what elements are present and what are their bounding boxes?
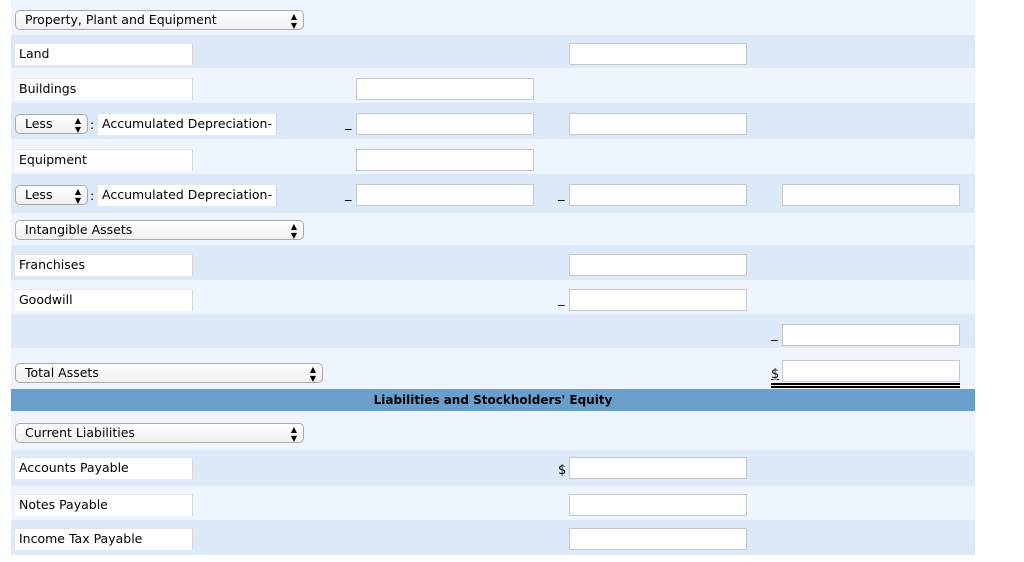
- franchises-row: Franchises: [11, 245, 975, 280]
- goodwill-label-field[interactable]: Goodwill: [15, 289, 193, 311]
- select-value: Property, Plant and Equipment: [25, 12, 217, 27]
- underline-mark: _: [558, 187, 565, 202]
- chevron-updown-icon: ▲ ▼: [74, 116, 81, 134]
- buildings-label-field[interactable]: Buildings: [15, 78, 193, 100]
- underline-mark: _: [558, 292, 565, 307]
- notes-payable-row: Notes Payable: [11, 486, 975, 520]
- goodwill-row: Goodwill _: [11, 280, 975, 314]
- accounts-payable-row: Accounts Payable $: [11, 450, 975, 486]
- goodwill-amount-input[interactable]: [569, 289, 747, 311]
- notes-payable-label-field[interactable]: Notes Payable: [15, 494, 193, 516]
- chevron-updown-icon: ▲ ▼: [290, 222, 297, 240]
- franchises-label-field[interactable]: Franchises: [15, 254, 193, 276]
- colon: :: [90, 117, 95, 132]
- income-tax-payable-row: Income Tax Payable: [11, 520, 975, 555]
- land-label-field[interactable]: Land: [15, 43, 193, 65]
- chevron-updown-icon: ▲ ▼: [309, 365, 316, 383]
- select-value: Less: [25, 187, 53, 202]
- acc-dep-label-field-2[interactable]: Accumulated Depreciation-: [98, 184, 277, 206]
- current-liabilities-row: Current Liabilities ▲ ▼: [11, 411, 975, 450]
- intangible-row: Intangible Assets ▲ ▼: [11, 213, 975, 245]
- land-amount-input[interactable]: [569, 43, 747, 65]
- total-assets-input[interactable]: [782, 360, 960, 382]
- accounts-payable-input[interactable]: [569, 457, 747, 479]
- acc-dep-buildings-input[interactable]: [356, 113, 534, 135]
- accounts-payable-label-field[interactable]: Accounts Payable: [15, 457, 193, 479]
- buildings-amount-input[interactable]: [356, 78, 534, 100]
- select-value: Less: [25, 116, 53, 131]
- intangible-total-input[interactable]: [782, 324, 960, 346]
- equipment-label-field[interactable]: Equipment: [15, 149, 193, 171]
- liabilities-header: Liabilities and Stockholders' Equity: [11, 389, 975, 411]
- income-tax-payable-input[interactable]: [569, 528, 747, 550]
- buildings-row: Buildings: [11, 68, 975, 103]
- buildings-net-input[interactable]: [569, 113, 747, 135]
- underline-mark: _: [345, 187, 352, 202]
- equipment-net-input[interactable]: [569, 184, 747, 206]
- chevron-updown-icon: ▲ ▼: [290, 425, 297, 443]
- less-select-1[interactable]: Less ▲ ▼: [15, 114, 88, 134]
- underline-mark: _: [345, 116, 352, 131]
- select-value: Current Liabilities: [25, 425, 135, 440]
- chevron-updown-icon: ▲ ▼: [290, 12, 297, 30]
- franchises-amount-input[interactable]: [569, 254, 747, 276]
- income-tax-payable-label-field[interactable]: Income Tax Payable: [15, 528, 193, 550]
- dollar-sign: $: [558, 463, 567, 478]
- less-select-2[interactable]: Less ▲ ▼: [15, 185, 88, 205]
- intangible-total-row: _: [11, 314, 975, 348]
- acc-dep-label-field-1[interactable]: Accumulated Depreciation-: [98, 113, 277, 135]
- acc-dep-equipment-input[interactable]: [356, 184, 534, 206]
- select-value: Total Assets: [25, 365, 99, 380]
- equipment-amount-input[interactable]: [356, 149, 534, 171]
- double-underline: [771, 383, 960, 388]
- ppe-select[interactable]: Property, Plant and Equipment ▲ ▼: [15, 10, 304, 30]
- intangible-select[interactable]: Intangible Assets ▲ ▼: [15, 220, 304, 240]
- equipment-row: Equipment: [11, 139, 975, 174]
- current-liabilities-select[interactable]: Current Liabilities ▲ ▼: [15, 423, 304, 443]
- underline-mark: _: [771, 327, 778, 342]
- total-assets-row: Total Assets ▲ ▼ $: [11, 348, 975, 389]
- chevron-updown-icon: ▲ ▼: [74, 187, 81, 205]
- colon: :: [90, 188, 95, 203]
- ppe-row: Property, Plant and Equipment ▲ ▼: [11, 0, 975, 35]
- acc-dep-buildings-row: Less ▲ ▼ : Accumulated Depreciation- _: [11, 103, 975, 139]
- total-assets-select[interactable]: Total Assets ▲ ▼: [15, 363, 323, 383]
- acc-dep-equipment-row: Less ▲ ▼ : Accumulated Depreciation- _ _: [11, 174, 975, 213]
- land-row: Land: [11, 35, 975, 68]
- ppe-total-input[interactable]: [782, 184, 960, 206]
- select-value: Intangible Assets: [25, 222, 133, 237]
- notes-payable-input[interactable]: [569, 494, 747, 516]
